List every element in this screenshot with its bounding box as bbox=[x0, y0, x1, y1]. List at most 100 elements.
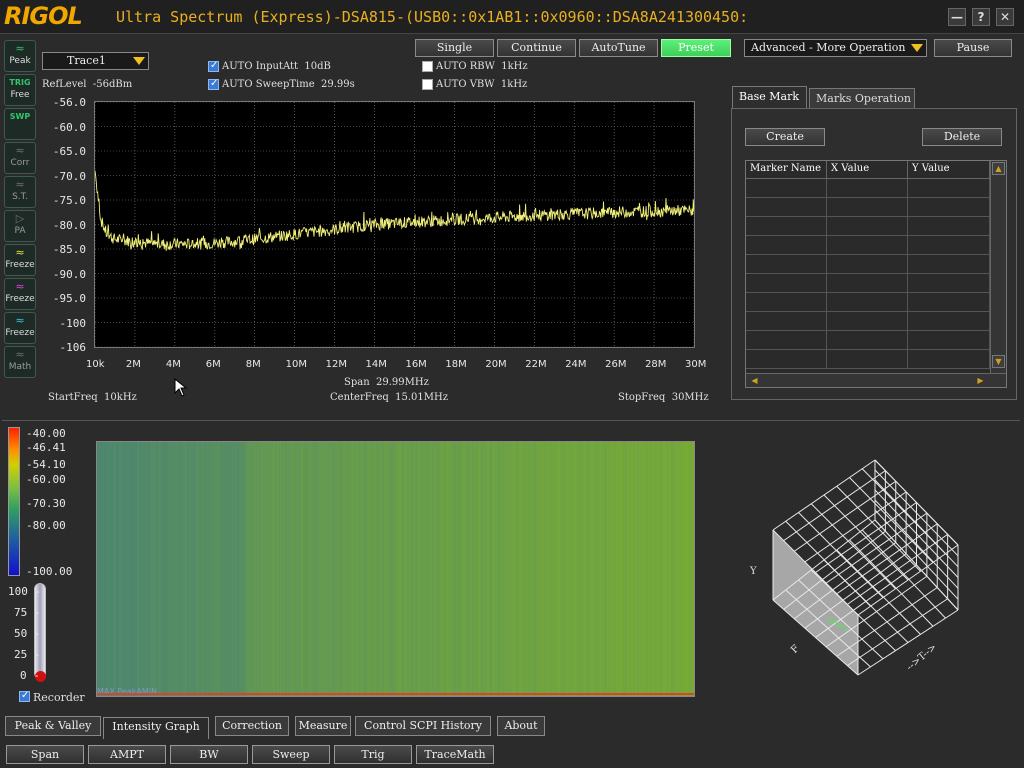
marker-table-cell[interactable] bbox=[827, 179, 908, 198]
color-scale-label: -70.30 bbox=[26, 497, 66, 510]
sidebar-item-freeze-yellow[interactable]: ≈ Freeze bbox=[4, 244, 36, 276]
help-button[interactable]: ? bbox=[972, 8, 990, 26]
marker-table-cell[interactable] bbox=[746, 255, 827, 274]
auto-inputatt-checkbox[interactable] bbox=[208, 60, 219, 72]
marker-table-cell[interactable] bbox=[746, 217, 827, 236]
marker-table-cell[interactable] bbox=[908, 293, 990, 312]
marker-table-cell[interactable] bbox=[908, 312, 990, 331]
sidebar-item-math[interactable]: ≈ Math bbox=[4, 346, 36, 378]
tab-intensity-graph[interactable]: Intensity Graph bbox=[103, 717, 209, 739]
sidebar-item-swp[interactable]: SWP bbox=[4, 108, 36, 140]
cube-grid-line bbox=[861, 529, 946, 619]
function-button-tracemath[interactable]: TraceMath bbox=[416, 745, 494, 764]
marker-table-cell[interactable] bbox=[908, 331, 990, 350]
function-button-span[interactable]: Span bbox=[6, 745, 84, 764]
marker-table-cell[interactable] bbox=[827, 331, 908, 350]
auto-sweeptime-checkbox[interactable] bbox=[208, 78, 219, 90]
marker-table-cell[interactable] bbox=[908, 236, 990, 255]
marker-table-cell[interactable] bbox=[908, 255, 990, 274]
cube-grid-line bbox=[836, 523, 938, 595]
tab-measure[interactable]: Measure bbox=[295, 716, 351, 736]
freeze-yellow-icon: ≈ bbox=[15, 246, 25, 259]
minimize-button[interactable]: — bbox=[948, 8, 966, 26]
y-tick-label: -60.0 bbox=[52, 120, 86, 134]
marker-table-cell[interactable] bbox=[908, 179, 990, 198]
close-button[interactable]: ✕ bbox=[996, 8, 1014, 26]
marker-table-cell[interactable] bbox=[746, 236, 827, 255]
marker-table[interactable]: Marker Name X Value Y Value ▲ ▼ ◀ ▶ bbox=[745, 160, 1007, 388]
function-button-bw[interactable]: BW bbox=[170, 745, 248, 764]
auto-vbw-checkbox[interactable] bbox=[422, 79, 433, 90]
marker-table-cell[interactable] bbox=[827, 255, 908, 274]
auto-sweeptime-label: AUTO SweepTime 29.99s bbox=[222, 79, 355, 90]
tab-correction[interactable]: Correction bbox=[215, 716, 289, 736]
marker-table-cell[interactable] bbox=[827, 274, 908, 293]
column-x-value[interactable]: X Value bbox=[827, 161, 908, 179]
marker-table-cell[interactable] bbox=[827, 312, 908, 331]
sidebar-item-pa[interactable]: ▷ PA bbox=[4, 210, 36, 242]
3d-waterfall-view[interactable] bbox=[740, 450, 980, 690]
tab-peak-valley[interactable]: Peak & Valley bbox=[5, 716, 101, 736]
ref-level-value: -56dBm bbox=[92, 79, 133, 90]
marker-table-cell[interactable] bbox=[746, 274, 827, 293]
marker-table-cell[interactable] bbox=[746, 312, 827, 331]
single-button[interactable]: Single bbox=[415, 39, 494, 57]
marker-table-cell[interactable] bbox=[908, 198, 990, 217]
sidebar-item-freeze-cyan[interactable]: ≈ Freeze bbox=[4, 312, 36, 344]
marker-table-cell[interactable] bbox=[746, 198, 827, 217]
x-tick-label: 12M bbox=[325, 359, 347, 370]
vertical-scrollbar[interactable]: ▲ ▼ bbox=[990, 161, 1006, 373]
function-button-trig[interactable]: Trig bbox=[334, 745, 412, 764]
marker-table-cell[interactable] bbox=[908, 217, 990, 236]
continue-button[interactable]: Continue bbox=[497, 39, 576, 57]
marker-table-cell[interactable] bbox=[827, 198, 908, 217]
delete-marker-button[interactable]: Delete bbox=[922, 128, 1002, 146]
cube-grid-line bbox=[825, 512, 928, 584]
intensity-graph[interactable]: MAX PeakAMIN bbox=[96, 441, 695, 697]
advanced-operation-select[interactable]: Advanced - More Operation bbox=[744, 39, 927, 57]
scroll-right-icon[interactable]: ▶ bbox=[974, 375, 987, 386]
freeze-magenta-icon: ≈ bbox=[15, 280, 25, 293]
preset-button[interactable]: Preset bbox=[661, 39, 731, 57]
column-marker-name[interactable]: Marker Name bbox=[746, 161, 827, 179]
tab-base-mark[interactable]: Base Mark bbox=[732, 86, 807, 108]
sidebar-item-corr[interactable]: ≈ Corr bbox=[4, 142, 36, 174]
pause-button[interactable]: Pause bbox=[934, 39, 1012, 57]
sidebar-item-st[interactable]: ≈ S.T. bbox=[4, 176, 36, 208]
marker-table-cell[interactable] bbox=[827, 217, 908, 236]
marker-table-cell[interactable] bbox=[908, 350, 990, 369]
spectrum-plot[interactable] bbox=[94, 101, 695, 348]
tab-control-scpi-history[interactable]: Control SCPI History bbox=[355, 716, 491, 736]
trace-select[interactable]: Trace1 bbox=[42, 52, 149, 70]
marker-table-cell[interactable] bbox=[827, 350, 908, 369]
marker-table-cell[interactable] bbox=[746, 350, 827, 369]
sidebar-item-trig[interactable]: TRIG Free bbox=[4, 74, 36, 106]
function-button-ampt[interactable]: AMPT bbox=[88, 745, 166, 764]
marker-table-cell[interactable] bbox=[746, 293, 827, 312]
auto-rbw-checkbox[interactable] bbox=[422, 61, 433, 72]
tab-about[interactable]: About bbox=[497, 716, 545, 736]
create-marker-button[interactable]: Create bbox=[745, 128, 825, 146]
scroll-left-icon[interactable]: ◀ bbox=[748, 375, 761, 386]
horizontal-scrollbar[interactable]: ◀ ▶ bbox=[746, 373, 1006, 387]
x-tick-label: 22M bbox=[525, 359, 547, 370]
autotune-button[interactable]: AutoTune bbox=[579, 39, 658, 57]
marker-table-cell[interactable] bbox=[908, 274, 990, 293]
freeze-magenta-label: Freeze bbox=[5, 294, 35, 304]
scroll-up-icon[interactable]: ▲ bbox=[992, 162, 1005, 175]
recorder-tick-label: 0 - bbox=[20, 669, 40, 682]
sidebar-item-freeze-magenta[interactable]: ≈ Freeze bbox=[4, 278, 36, 310]
start-freq-label: StartFreq 10kHz bbox=[48, 392, 137, 403]
column-y-value[interactable]: Y Value bbox=[908, 161, 990, 179]
marker-table-cell[interactable] bbox=[746, 331, 827, 350]
peak-label: Peak bbox=[9, 56, 31, 66]
function-button-sweep[interactable]: Sweep bbox=[252, 745, 330, 764]
scroll-down-icon[interactable]: ▼ bbox=[992, 355, 1005, 368]
span-label: Span 29.99MHz bbox=[344, 377, 429, 388]
tab-marks-operation[interactable]: Marks Operation bbox=[809, 88, 915, 108]
sidebar-item-peak[interactable]: ≈ Peak bbox=[4, 40, 36, 72]
marker-table-cell[interactable] bbox=[827, 293, 908, 312]
marker-table-cell[interactable] bbox=[827, 236, 908, 255]
marker-table-cell[interactable] bbox=[746, 179, 827, 198]
recorder-checkbox[interactable] bbox=[19, 690, 30, 702]
